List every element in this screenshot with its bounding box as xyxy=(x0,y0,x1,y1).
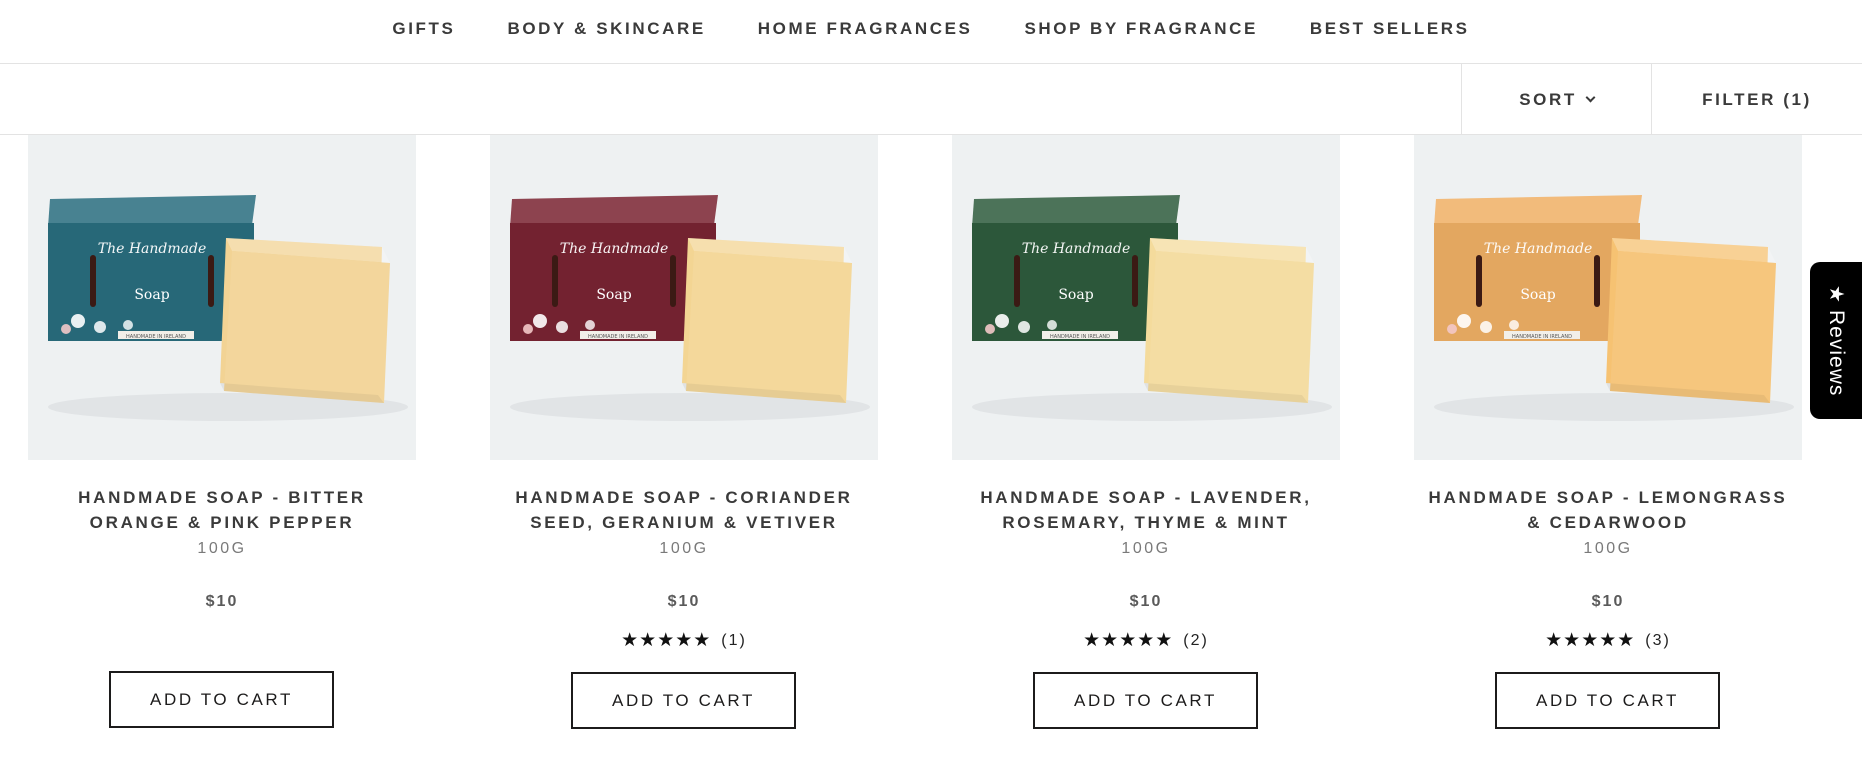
collection-toolbar: SORT FILTER (1) xyxy=(0,64,1862,135)
rating-stars-icon: ★★★★★ xyxy=(1545,630,1636,651)
chevron-down-icon xyxy=(1585,92,1596,103)
product-size: 100G xyxy=(1121,540,1171,557)
svg-text:The Handmade: The Handmade xyxy=(98,241,207,257)
product-price: $10 xyxy=(667,593,701,610)
product-rating[interactable]: ★★★★★ (2) xyxy=(952,631,1340,650)
add-to-cart-button[interactable]: ADD TO CART xyxy=(1033,672,1258,729)
box-soap-label: Soap xyxy=(1058,287,1093,303)
product-image[interactable]: The Handmade Soap HANDMADE IN IRELAND xyxy=(1414,135,1802,460)
nav-item-shop-by-fragrance[interactable]: SHOP BY FRAGRANCE xyxy=(1024,19,1257,39)
reviews-tab[interactable]: ★ Reviews xyxy=(1810,262,1862,419)
star-icon: ★ xyxy=(1825,285,1847,304)
product-price: $10 xyxy=(1129,593,1163,610)
svg-text:HANDMADE IN IRELAND: HANDMADE IN IRELAND xyxy=(1050,334,1110,340)
product-title-line1: HANDMADE SOAP - LAVENDER, xyxy=(980,488,1312,507)
product-image[interactable]: The Handmade Soap HANDMADE IN IRELAND xyxy=(490,135,878,460)
add-to-cart-button[interactable]: ADD TO CART xyxy=(571,672,796,729)
rating-count: (3) xyxy=(1645,631,1671,649)
product-illustration: The Handmade Soap HANDMADE IN IRELAND xyxy=(1414,135,1802,460)
svg-text:The Handmade: The Handmade xyxy=(1022,241,1131,257)
product-illustration: The Handmade Soap HANDMADE IN IRELAND xyxy=(28,135,416,460)
nav-item-home-fragrances[interactable]: HOME FRAGRANCES xyxy=(758,19,973,39)
product-illustration: The Handmade Soap HANDMADE IN IRELAND xyxy=(490,135,878,460)
svg-text:The Handmade: The Handmade xyxy=(1484,241,1593,257)
product-image[interactable]: The Handmade Soap HANDMADE IN IRELAND xyxy=(952,135,1340,460)
svg-text:HANDMADE IN IRELAND: HANDMADE IN IRELAND xyxy=(126,334,186,340)
product-title-line2: ORANGE & PINK PEPPER xyxy=(89,513,355,532)
nav-item-body-skincare[interactable]: BODY & SKINCARE xyxy=(507,19,705,39)
filter-button[interactable]: FILTER (1) xyxy=(1651,64,1862,135)
product-price: $10 xyxy=(205,593,239,610)
box-soap-label: Soap xyxy=(1520,287,1555,303)
box-soap-label: Soap xyxy=(596,287,631,303)
add-to-cart-button[interactable]: ADD TO CART xyxy=(109,671,334,728)
product-rating[interactable]: ★★★★★ (3) xyxy=(1414,631,1802,650)
product-rating[interactable]: ★★★★★ (1) xyxy=(490,631,878,650)
product-title-line2: ROSEMARY, THYME & MINT xyxy=(1002,513,1290,532)
product-title-line2: SEED, GERANIUM & VETIVER xyxy=(530,513,838,532)
svg-text:The Handmade: The Handmade xyxy=(560,241,669,257)
box-soap-label: Soap xyxy=(134,287,169,303)
top-nav: GIFTS BODY & SKINCARE HOME FRAGRANCES SH… xyxy=(0,0,1862,64)
product-title[interactable]: HANDMADE SOAP - BITTER ORANGE & PINK PEP… xyxy=(28,485,416,535)
nav-item-gifts[interactable]: GIFTS xyxy=(392,19,455,39)
product-title[interactable]: HANDMADE SOAP - LAVENDER, ROSEMARY, THYM… xyxy=(952,485,1340,535)
product-title[interactable]: HANDMADE SOAP - CORIANDER SEED, GERANIUM… xyxy=(490,485,878,535)
rating-stars-icon: ★★★★★ xyxy=(1083,630,1174,651)
product-image[interactable]: The Handmade Soap HANDMADE IN IRELAND xyxy=(28,135,416,460)
product-size: 100G xyxy=(197,540,247,557)
product-title-line1: HANDMADE SOAP - CORIANDER xyxy=(515,488,853,507)
filter-label: FILTER (1) xyxy=(1702,89,1812,109)
rating-count: (2) xyxy=(1183,631,1209,649)
rating-count: (1) xyxy=(721,631,747,649)
product-size: 100G xyxy=(1583,540,1633,557)
product-title-line1: HANDMADE SOAP - LEMONGRASS xyxy=(1428,488,1788,507)
sort-button[interactable]: SORT xyxy=(1461,64,1651,135)
nav-list: GIFTS BODY & SKINCARE HOME FRAGRANCES SH… xyxy=(0,19,1862,39)
sort-label: SORT xyxy=(1519,89,1577,109)
reviews-label: Reviews xyxy=(1825,310,1848,397)
add-to-cart-button[interactable]: ADD TO CART xyxy=(1495,672,1720,729)
svg-text:HANDMADE IN IRELAND: HANDMADE IN IRELAND xyxy=(588,334,648,340)
product-illustration: The Handmade Soap HANDMADE IN IRELAND xyxy=(952,135,1340,460)
product-title[interactable]: HANDMADE SOAP - LEMONGRASS & CEDARWOOD xyxy=(1414,485,1802,535)
product-size: 100G xyxy=(659,540,709,557)
nav-item-best-sellers[interactable]: BEST SELLERS xyxy=(1310,19,1470,39)
product-title-line1: HANDMADE SOAP - BITTER xyxy=(78,488,366,507)
rating-stars-icon: ★★★★★ xyxy=(621,630,712,651)
product-title-line2: & CEDARWOOD xyxy=(1527,513,1689,532)
product-price: $10 xyxy=(1591,593,1625,610)
svg-text:HANDMADE IN IRELAND: HANDMADE IN IRELAND xyxy=(1512,334,1572,340)
